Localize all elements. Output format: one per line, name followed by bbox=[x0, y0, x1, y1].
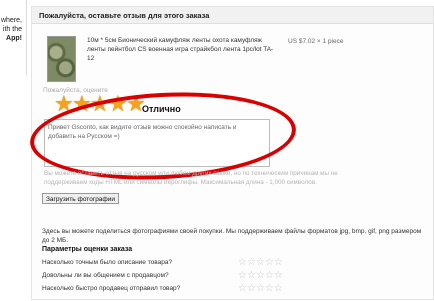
upload-photos-button[interactable]: Загрузить фотографии bbox=[42, 193, 120, 204]
empty-star-icon[interactable]: ☆ bbox=[256, 283, 265, 294]
photo-info-text: Здесь вы можете поделиться фотографиями … bbox=[42, 228, 422, 244]
empty-star-icon[interactable]: ☆ bbox=[274, 270, 283, 281]
empty-star-icon[interactable]: ☆ bbox=[247, 283, 256, 294]
params-title: Параметры оценки заказа bbox=[42, 246, 133, 253]
panel-header: Пожалуйста, оставьте отзыв для этого зак… bbox=[32, 7, 433, 24]
question-rating-stars[interactable]: ☆☆☆☆☆ bbox=[238, 271, 283, 281]
question-description-accuracy: Насколько точным было описание товара? bbox=[42, 259, 173, 266]
sidebar-line: App! bbox=[6, 35, 22, 42]
question-seller-communication: Довольны ли вы общением с продавцом? bbox=[42, 272, 169, 279]
empty-star-icon[interactable]: ☆ bbox=[265, 270, 274, 281]
question-shipping-speed: Насколько быстро продавец отправил товар… bbox=[42, 285, 181, 292]
empty-star-icon[interactable]: ☆ bbox=[256, 270, 265, 281]
empty-star-icon[interactable]: ☆ bbox=[247, 270, 256, 281]
empty-star-icon[interactable]: ☆ bbox=[274, 283, 283, 294]
sidebar-line: ith the bbox=[2, 26, 22, 33]
empty-star-icon[interactable]: ☆ bbox=[256, 257, 265, 268]
sidebar-line: where, bbox=[0, 17, 22, 24]
empty-star-icon[interactable]: ☆ bbox=[238, 270, 247, 281]
review-hint: Вы можете оставить отзыв на русском или … bbox=[44, 170, 338, 186]
product-price: US $7.02 × 1 piece bbox=[288, 38, 344, 45]
feedback-panel: Пожалуйста, оставьте отзыв для этого зак… bbox=[27, 6, 434, 300]
left-side-panel: where, ith the App! bbox=[0, 0, 27, 75]
product-title[interactable]: 10м * 5см Бионический камуфляж ленты охо… bbox=[87, 36, 277, 63]
page-title: Пожалуйста, оставьте отзыв для этого зак… bbox=[39, 11, 210, 20]
question-rating-stars[interactable]: ☆☆☆☆☆ bbox=[238, 284, 283, 294]
empty-star-icon[interactable]: ☆ bbox=[274, 257, 283, 268]
product-thumbnail[interactable] bbox=[47, 36, 76, 82]
empty-star-icon[interactable]: ☆ bbox=[238, 283, 247, 294]
sidebar-text: where, ith the App! bbox=[1, 16, 22, 43]
empty-star-icon[interactable]: ☆ bbox=[247, 257, 256, 268]
empty-star-icon[interactable]: ☆ bbox=[265, 257, 274, 268]
empty-star-icon[interactable]: ☆ bbox=[265, 283, 274, 294]
empty-star-icon[interactable]: ☆ bbox=[238, 257, 247, 268]
question-rating-stars[interactable]: ☆☆☆☆☆ bbox=[238, 258, 283, 268]
